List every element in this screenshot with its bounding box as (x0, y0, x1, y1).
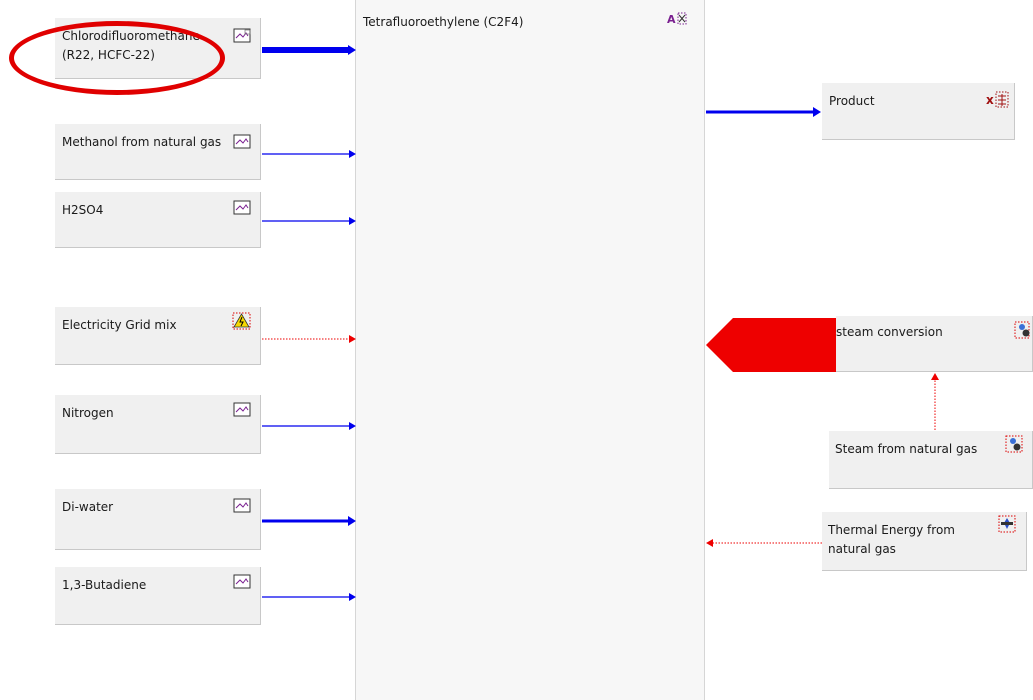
arrow-head (349, 593, 356, 601)
arrow-head (349, 150, 356, 158)
arrow-head (931, 373, 939, 380)
arrow-head (706, 539, 713, 547)
arrow-head (349, 217, 356, 225)
arrow-head (349, 335, 356, 343)
arrow-head (348, 516, 356, 526)
arrow-head (348, 45, 356, 55)
arrow-head (813, 107, 821, 117)
arrow-head (349, 422, 356, 430)
flow-links (262, 45, 939, 601)
steam-conversion-flow-arrow (706, 318, 836, 372)
